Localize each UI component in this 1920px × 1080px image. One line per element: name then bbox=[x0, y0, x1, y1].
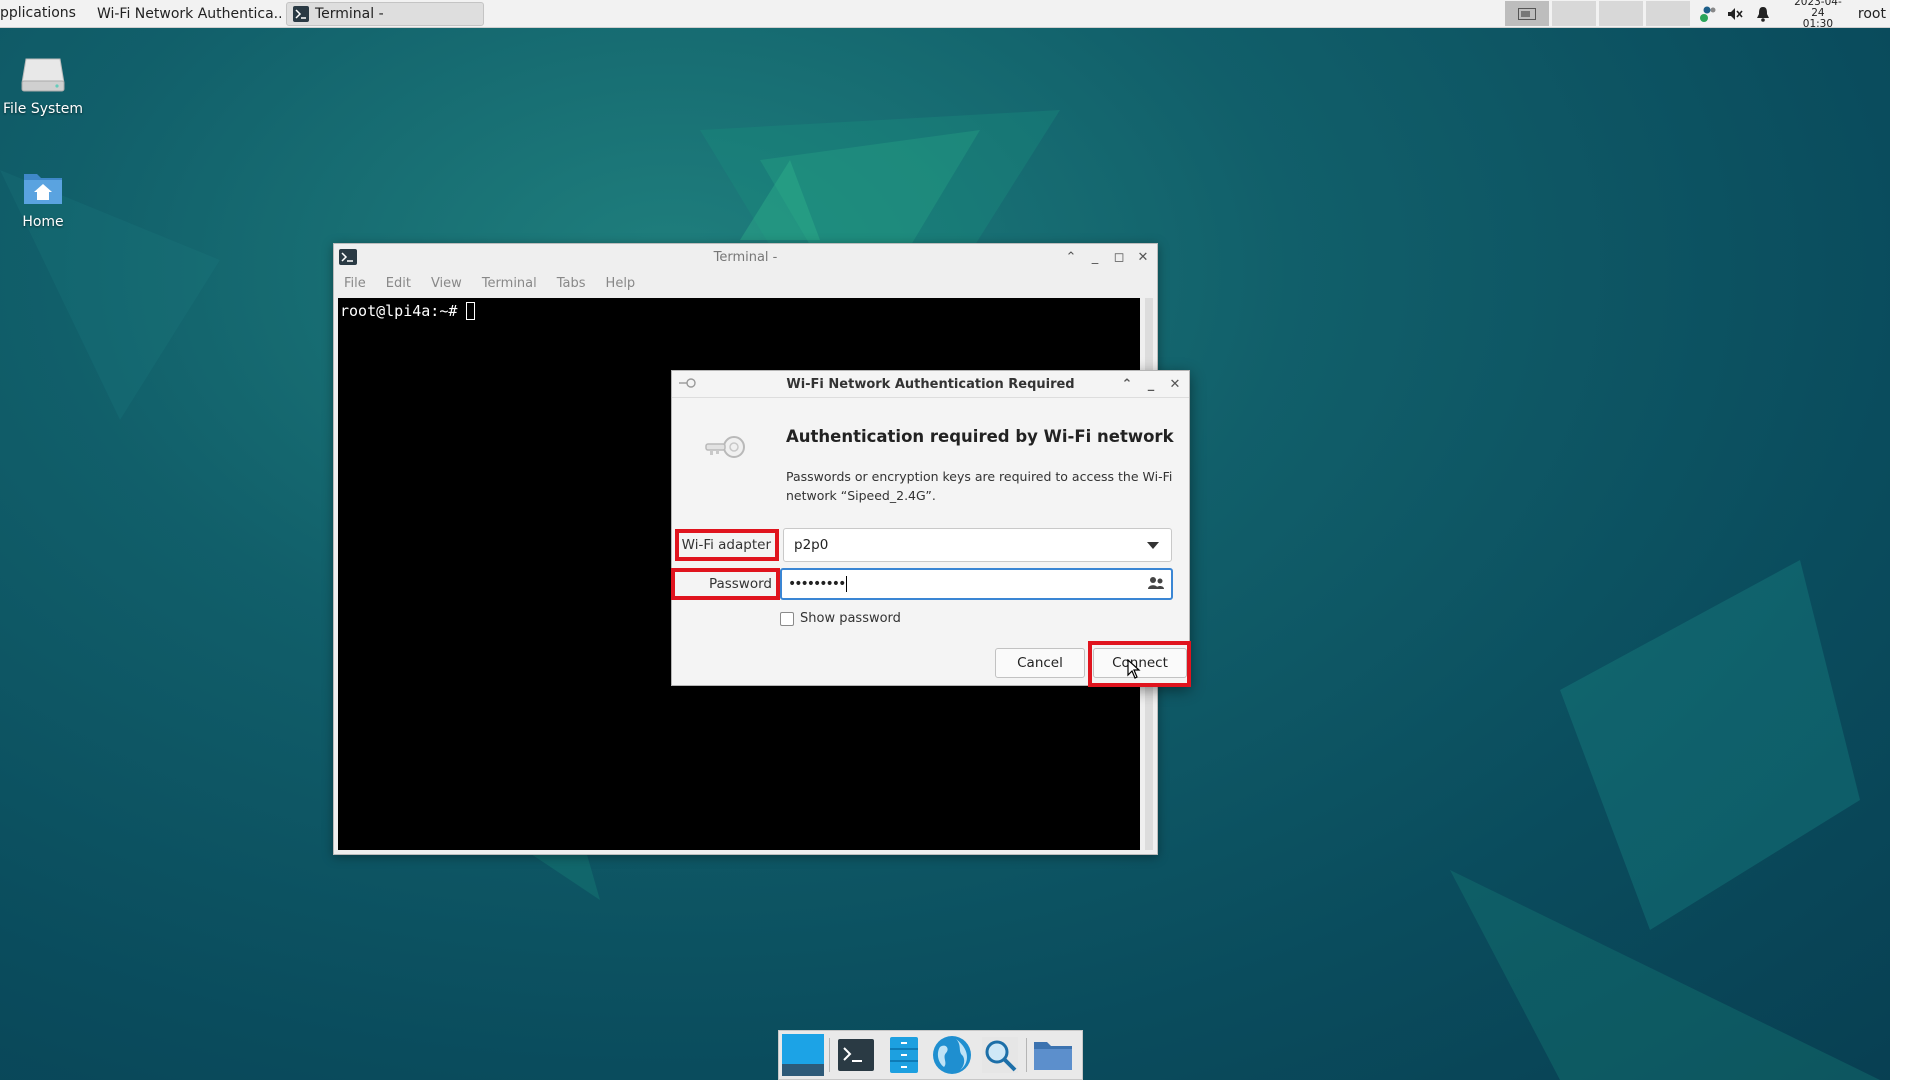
screen-edge bbox=[1890, 0, 1920, 1080]
workspace-3[interactable] bbox=[1598, 1, 1643, 26]
menu-view[interactable]: View bbox=[431, 276, 462, 291]
show-password-checkbox[interactable] bbox=[780, 611, 794, 626]
wifi-adapter-value: p2p0 bbox=[794, 537, 829, 553]
workspace-2[interactable] bbox=[1551, 1, 1596, 26]
desktop-icon-file-system[interactable]: File System bbox=[0, 55, 88, 117]
dialog-titlebar[interactable]: Wi-Fi Network Authentication Required ⌃ … bbox=[672, 371, 1189, 398]
dock-app-finder[interactable] bbox=[978, 1033, 1022, 1077]
menu-file[interactable]: File bbox=[344, 276, 366, 291]
clock[interactable]: 2023-04-24 01:30 bbox=[1788, 0, 1848, 30]
cancel-label: Cancel bbox=[1017, 655, 1063, 671]
desktop-icon-label: Home bbox=[22, 214, 64, 230]
notifications-icon[interactable] bbox=[1752, 3, 1774, 25]
show-password-label: Show password bbox=[800, 611, 901, 626]
show-desktop-icon bbox=[782, 1034, 824, 1076]
applications-menu[interactable]: pplications bbox=[0, 0, 80, 27]
menu-terminal[interactable]: Terminal bbox=[482, 276, 537, 291]
dock-folder[interactable] bbox=[1031, 1033, 1075, 1077]
workspace-1[interactable] bbox=[1504, 1, 1549, 26]
wifi-adapter-label-text: Wi-Fi adapter bbox=[681, 537, 771, 553]
dock-web-browser[interactable] bbox=[930, 1033, 974, 1077]
network-icon[interactable] bbox=[1696, 3, 1718, 25]
minimize-icon[interactable]: _ bbox=[1143, 377, 1159, 392]
maximize-icon[interactable]: ◻ bbox=[1111, 250, 1127, 265]
file-manager-icon bbox=[890, 1037, 918, 1073]
system-tray: 2023-04-24 01:30 root bbox=[1502, 0, 1890, 30]
show-password-row[interactable]: Show password bbox=[780, 611, 901, 626]
terminal-menubar: File Edit View Terminal Tabs Help bbox=[334, 270, 1157, 296]
wifi-adapter-label: Wi-Fi adapter bbox=[675, 529, 779, 561]
clock-time: 01:30 bbox=[1802, 18, 1834, 30]
text-caret bbox=[846, 576, 848, 592]
password-input[interactable]: ••••••••• bbox=[780, 568, 1173, 600]
dialog-title: Wi-Fi Network Authentication Required bbox=[786, 376, 1075, 392]
folder-icon bbox=[1034, 1042, 1072, 1070]
key-icon bbox=[679, 378, 696, 388]
dialog-heading: Authentication required by Wi-Fi network bbox=[786, 427, 1174, 446]
taskbar-item-terminal[interactable]: Terminal - bbox=[285, 1, 484, 26]
drive-icon bbox=[21, 58, 65, 92]
search-icon bbox=[982, 1037, 1018, 1073]
dock-separator bbox=[1026, 1038, 1027, 1072]
terminal-titlebar[interactable]: Terminal - ⌃ _ ◻ ✕ bbox=[334, 244, 1157, 270]
user-menu[interactable]: root bbox=[1858, 6, 1886, 22]
shade-icon[interactable]: ⌃ bbox=[1063, 250, 1079, 265]
top-panel: pplications Wi-Fi Network Authentica... … bbox=[0, 0, 1890, 30]
dock-separator bbox=[829, 1038, 830, 1072]
password-label: Password bbox=[671, 568, 780, 600]
mouse-pointer-icon bbox=[1127, 659, 1141, 679]
close-icon[interactable]: ✕ bbox=[1135, 250, 1151, 265]
terminal-icon bbox=[292, 5, 309, 22]
password-storage-icon[interactable] bbox=[1147, 575, 1165, 591]
menu-tabs[interactable]: Tabs bbox=[557, 276, 586, 291]
dock-show-desktop[interactable] bbox=[781, 1033, 825, 1077]
home-folder-icon bbox=[24, 174, 62, 204]
dock-terminal[interactable] bbox=[834, 1033, 878, 1077]
password-label-text: Password bbox=[708, 576, 772, 592]
taskbar-item-label: Wi-Fi Network Authentica... bbox=[96, 5, 282, 22]
menu-edit[interactable]: Edit bbox=[386, 276, 411, 291]
terminal-prompt: root@lpi4a:~# bbox=[340, 302, 467, 320]
chevron-down-icon bbox=[1147, 542, 1159, 549]
taskbar-item-label: Terminal - bbox=[314, 5, 384, 22]
taskbar-item-wifi-auth[interactable]: Wi-Fi Network Authentica... bbox=[84, 2, 282, 26]
dialog-message: Passwords or encryption keys are require… bbox=[786, 469, 1173, 503]
menu-help[interactable]: Help bbox=[606, 276, 636, 291]
window-preview-icon bbox=[1517, 7, 1536, 20]
clock-date: 2023-04-24 bbox=[1794, 0, 1842, 19]
wifi-adapter-select[interactable]: p2p0 bbox=[783, 528, 1172, 562]
cancel-button[interactable]: Cancel bbox=[995, 648, 1085, 678]
shade-icon[interactable]: ⌃ bbox=[1119, 377, 1135, 392]
volume-muted-icon[interactable] bbox=[1724, 3, 1746, 25]
minimize-icon[interactable]: _ bbox=[1087, 250, 1103, 265]
web-browser-icon bbox=[933, 1036, 971, 1074]
terminal-cursor bbox=[466, 302, 476, 320]
password-value: ••••••••• bbox=[788, 576, 846, 592]
workspace-4[interactable] bbox=[1645, 1, 1690, 26]
dock-file-manager[interactable] bbox=[882, 1033, 926, 1077]
terminal-icon bbox=[838, 1039, 874, 1071]
dialog-key-icon bbox=[705, 436, 745, 458]
terminal-title: Terminal - bbox=[713, 249, 778, 265]
desktop-icon-home[interactable]: Home bbox=[0, 168, 88, 230]
terminal-icon bbox=[339, 249, 357, 265]
close-icon[interactable]: ✕ bbox=[1167, 377, 1183, 392]
dock bbox=[778, 1030, 1083, 1080]
wifi-auth-dialog[interactable]: Wi-Fi Network Authentication Required ⌃ … bbox=[671, 370, 1191, 687]
desktop-icon-label: File System bbox=[2, 101, 84, 117]
